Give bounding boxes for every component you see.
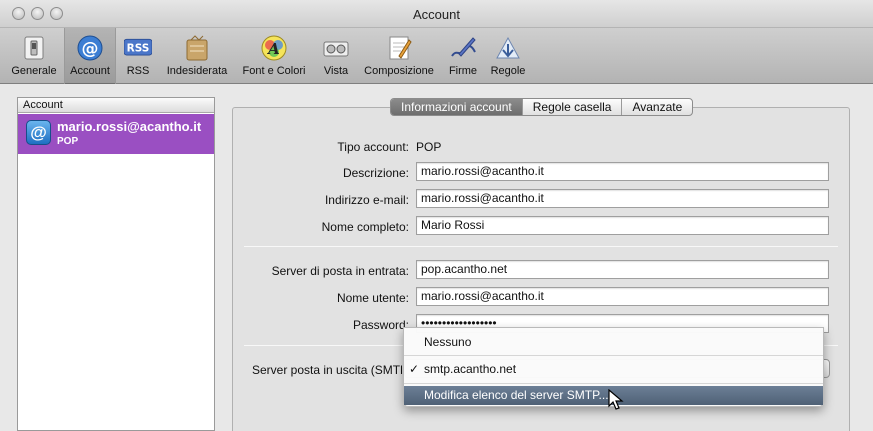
fullname-label: Nome completo:: [321, 220, 409, 234]
window-title: Account: [413, 7, 460, 22]
account-type-value: POP: [416, 140, 442, 154]
preferences-toolbar: Generale @ Account RSS RSS Indesiderata …: [0, 28, 873, 84]
switch-icon: [24, 36, 44, 60]
rules-icon: [496, 36, 520, 59]
menu-item-smtp-acantho[interactable]: ✓ smtp.acantho.net: [404, 359, 823, 379]
mouse-pointer-icon: [608, 389, 624, 410]
composing-icon: [389, 36, 412, 60]
signatures-icon: [451, 37, 476, 57]
form-divider: [244, 246, 838, 247]
smtp-label: Server posta in uscita (SMTP):: [252, 363, 402, 377]
toolbar-item-firme[interactable]: Firme: [446, 28, 480, 84]
font-colors-icon: A: [261, 35, 287, 61]
account-list-item[interactable]: @ mario.rossi@acantho.it POP: [18, 114, 214, 154]
description-label: Descrizione:: [342, 166, 409, 180]
preferences-content: Account @ mario.rossi@acantho.it POP Inf…: [0, 85, 873, 431]
toolbar-item-indesiderata[interactable]: Indesiderata: [166, 28, 228, 84]
menu-separator: [404, 355, 823, 356]
toolbar-item-regole[interactable]: Regole: [490, 28, 526, 84]
tab-regole-casella[interactable]: Regole casella: [523, 99, 623, 115]
account-list-header: Account: [18, 98, 214, 113]
tab-avanzate[interactable]: Avanzate: [622, 99, 692, 115]
toolbar-item-generale[interactable]: Generale: [8, 28, 60, 84]
junk-mail-icon: [186, 35, 208, 61]
account-list: Account @ mario.rossi@acantho.it POP: [17, 97, 215, 431]
viewing-icon: [323, 41, 349, 57]
at-sign-icon: @: [26, 120, 51, 145]
account-type: POP: [57, 136, 79, 147]
toolbar-item-rss[interactable]: RSS RSS: [120, 28, 156, 84]
account-tabs: Informazioni account Regole casella Avan…: [390, 98, 694, 116]
toolbar-item-vista[interactable]: Vista: [318, 28, 354, 84]
svg-text:RSS: RSS: [127, 43, 150, 55]
title-bar: Account: [0, 0, 873, 28]
email-label: Indirizzo e-mail:: [324, 193, 409, 207]
svg-text:@: @: [82, 39, 99, 59]
incoming-server-field[interactable]: pop.acantho.net: [416, 260, 829, 279]
at-sign-icon: @: [77, 35, 103, 61]
svg-text:A: A: [266, 40, 280, 58]
toolbar-item-font-colori[interactable]: A Font e Colori: [240, 28, 308, 84]
menu-separator: [404, 383, 823, 384]
checkmark-icon: ✓: [409, 362, 420, 376]
username-label: Nome utente:: [336, 291, 409, 305]
rss-icon: RSS: [124, 38, 152, 56]
menu-item-nessuno[interactable]: Nessuno: [404, 332, 823, 352]
toolbar-item-account[interactable]: @ Account: [64, 28, 116, 84]
tab-informazioni-account[interactable]: Informazioni account: [391, 99, 523, 115]
account-type-label: Tipo account:: [337, 140, 409, 154]
password-label: Password:: [352, 318, 409, 332]
email-field[interactable]: mario.rossi@acantho.it: [416, 189, 829, 208]
toolbar-item-composizione[interactable]: Composizione: [362, 28, 436, 84]
incoming-server-label: Server di posta in entrata:: [271, 264, 409, 278]
account-name: mario.rossi@acantho.it: [57, 119, 202, 134]
description-field[interactable]: mario.rossi@acantho.it: [416, 162, 829, 181]
username-field[interactable]: mario.rossi@acantho.it: [416, 287, 829, 306]
fullname-field[interactable]: Mario Rossi: [416, 216, 829, 235]
